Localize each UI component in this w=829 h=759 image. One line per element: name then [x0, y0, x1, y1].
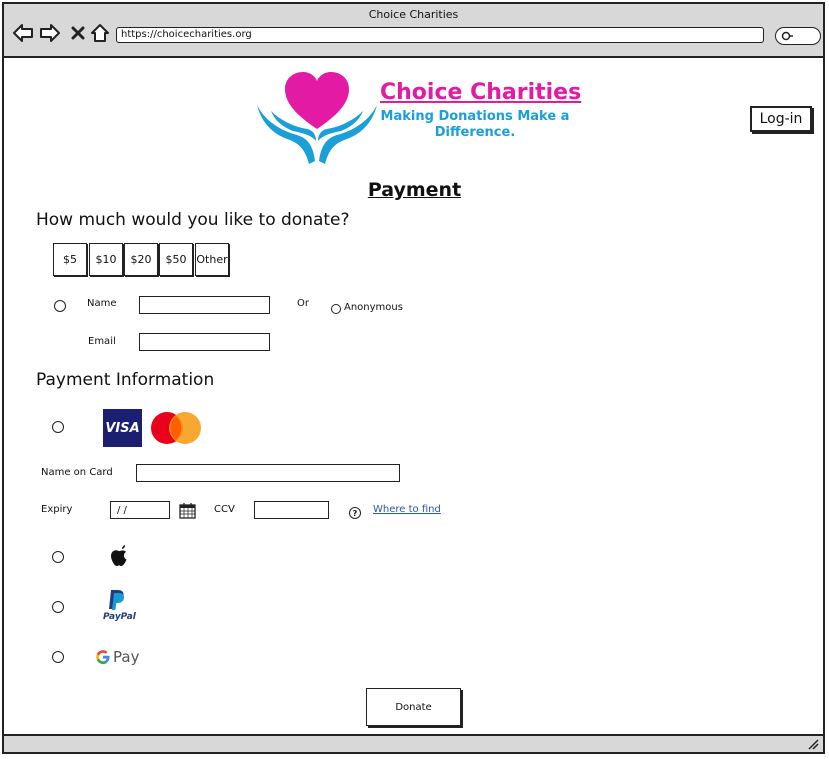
- home-icon[interactable]: [89, 22, 111, 44]
- search-icon: [781, 31, 793, 41]
- email-input[interactable]: [139, 333, 270, 351]
- google-pay-radio[interactable]: [52, 651, 64, 663]
- back-icon[interactable]: [12, 22, 34, 44]
- forward-icon[interactable]: [39, 22, 61, 44]
- card-radio[interactable]: [52, 421, 64, 433]
- gpay-label: Pay: [113, 648, 140, 666]
- paypal-label: PayPal: [103, 612, 136, 622]
- resize-grip-icon[interactable]: [807, 738, 819, 750]
- brand-name: Choice Charities: [380, 80, 582, 105]
- or-label: Or: [297, 298, 309, 309]
- name-on-card-label: Name on Card: [41, 467, 113, 478]
- page-title: Payment: [367, 179, 462, 201]
- browser-search-button[interactable]: [775, 27, 821, 45]
- amount-button-50[interactable]: $50: [159, 243, 193, 276]
- browser-titlebar: Choice Charities https://choicecharities…: [4, 4, 823, 58]
- window-title: Choice Charities: [368, 8, 459, 21]
- name-on-card-input[interactable]: [136, 464, 400, 482]
- amount-button-5[interactable]: $5: [53, 243, 87, 276]
- url-bar[interactable]: https://choicecharities.org: [116, 27, 764, 43]
- name-label: Name: [87, 298, 117, 309]
- apple-pay-radio[interactable]: [52, 551, 64, 563]
- where-to-find-link[interactable]: Where to find: [373, 504, 441, 515]
- calendar-icon[interactable]: [179, 502, 196, 519]
- mastercard-icon: [151, 412, 201, 444]
- email-label: Email: [88, 336, 116, 347]
- brand-tagline: Making Donations Make a Difference.: [380, 109, 570, 140]
- anonymous-label: Anonymous: [344, 302, 403, 313]
- google-icon: [96, 650, 110, 664]
- name-input[interactable]: [139, 296, 270, 314]
- donation-question: How much would you like to donate?: [36, 210, 350, 230]
- paypal-icon: [109, 590, 125, 610]
- ccv-label: CCV: [214, 504, 235, 515]
- amount-button-20[interactable]: $20: [124, 243, 158, 276]
- amount-button-other[interactable]: Other: [195, 243, 229, 276]
- amount-button-10[interactable]: $10: [89, 243, 123, 276]
- visa-icon: VISA: [103, 409, 142, 447]
- paypal-radio[interactable]: [52, 601, 64, 613]
- login-button[interactable]: Log-in: [750, 106, 812, 132]
- close-icon[interactable]: [67, 22, 89, 44]
- named-donor-radio[interactable]: [54, 300, 66, 312]
- browser-statusbar: [4, 734, 823, 752]
- donate-button[interactable]: Donate: [366, 688, 461, 726]
- payment-heading: Payment Information: [36, 370, 215, 390]
- help-icon[interactable]: ?: [349, 507, 361, 519]
- expiry-input[interactable]: / /: [110, 501, 170, 519]
- apple-icon: [111, 545, 127, 566]
- anonymous-radio[interactable]: [331, 304, 341, 314]
- expiry-label: Expiry: [41, 504, 73, 515]
- ccv-input[interactable]: [254, 501, 329, 519]
